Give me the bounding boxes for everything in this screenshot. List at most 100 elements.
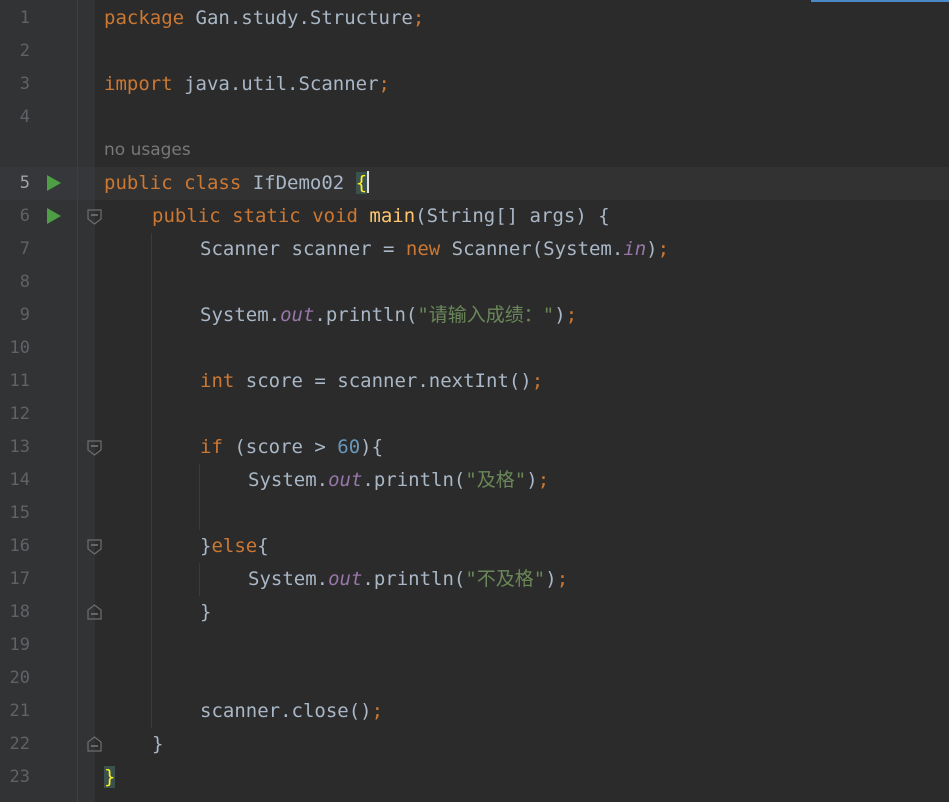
semicolon: ; (412, 7, 425, 29)
line-number: 18 (9, 602, 30, 622)
keyword: new (405, 238, 441, 260)
keyword: class (184, 172, 242, 194)
keyword: import (104, 73, 173, 95)
code-text: { (257, 535, 269, 557)
line-number: 3 (19, 74, 30, 94)
class-name: IfDemo02 (241, 172, 356, 194)
code-text: System. (248, 469, 329, 491)
code-text: .println( (362, 568, 466, 590)
code-text: (score > (222, 436, 338, 458)
line-number: 22 (9, 734, 30, 754)
keyword: int (200, 370, 235, 392)
line-number: 17 (9, 569, 30, 589)
indent-guide (151, 233, 152, 728)
code-text: ) (526, 469, 538, 491)
code-editor[interactable]: 1 2 3 4 5 6 7 8 9 10 11 12 13 14 15 16 1… (0, 0, 949, 802)
code-text: System. (248, 568, 329, 590)
code-line-6[interactable]: public static void main(String[] args) { (152, 200, 610, 233)
line-number: 8 (19, 272, 30, 292)
code-text: ){ (360, 436, 384, 458)
string-literal: "及格" (465, 469, 527, 491)
run-main-icon[interactable] (47, 208, 61, 224)
matched-brace: } (104, 766, 116, 788)
semicolon: ; (537, 469, 550, 491)
keyword: package (104, 7, 185, 29)
code-text: } (200, 601, 212, 623)
text-caret (367, 171, 370, 193)
keyword: public (152, 205, 221, 227)
string-literal: "不及格" (465, 568, 546, 590)
line-number-current: 5 (19, 173, 30, 193)
keyword: public (104, 172, 173, 194)
line-number: 23 (9, 767, 30, 787)
line-number: 2 (19, 41, 30, 61)
gutter: 1 2 3 4 5 6 7 8 9 10 11 12 13 14 15 16 1… (0, 0, 102, 802)
code-text: scanner.close() (200, 700, 372, 722)
fold-collapse-icon[interactable] (87, 440, 102, 456)
keyword: static (232, 205, 301, 227)
code-text: .println( (362, 469, 466, 491)
usages-hint[interactable]: no usages (104, 134, 191, 167)
code-text: (String[] args) { (415, 205, 610, 227)
code-line-3[interactable]: import java.util.Scanner; (104, 68, 390, 101)
semicolon: ; (565, 304, 578, 326)
code-line-7[interactable]: Scanner scanner = new Scanner(System.in)… (200, 233, 669, 266)
code-line-11[interactable]: int score = scanner.nextInt(); (200, 365, 543, 398)
indent-guide (199, 563, 200, 596)
scroll-indicator (811, 0, 949, 2)
fold-end-icon[interactable] (87, 736, 102, 752)
line-number: 7 (19, 239, 30, 259)
code-line-1[interactable]: package Gan.study.Structure; (104, 2, 424, 35)
method-name: main (369, 205, 416, 227)
code-line-22[interactable]: } (152, 728, 163, 761)
static-field: out (280, 304, 315, 326)
semicolon: ; (531, 370, 544, 392)
code-text: score = scanner.nextInt() (234, 370, 532, 392)
line-number: 11 (9, 371, 30, 391)
code-text: Gan.study.Structure (184, 7, 413, 29)
static-field: in (623, 238, 647, 260)
code-line-5[interactable]: public class IfDemo02 { (104, 167, 370, 200)
semicolon: ; (378, 73, 390, 95)
fold-end-icon[interactable] (87, 604, 102, 620)
line-number: 19 (9, 635, 30, 655)
static-field: out (328, 568, 363, 590)
code-text: Scanner scanner = (200, 238, 406, 260)
line-number: 21 (9, 701, 30, 721)
semicolon: ; (657, 238, 670, 260)
code-line-13[interactable]: if (score > 60){ (200, 431, 383, 464)
code-line-18[interactable]: } (200, 596, 211, 629)
keyword: if (200, 436, 223, 458)
line-number: 16 (9, 536, 30, 556)
line-number: 15 (9, 503, 30, 523)
fold-collapse-icon[interactable] (87, 209, 102, 225)
indent-guide (199, 464, 200, 530)
code-text: java.util.Scanner (172, 73, 379, 95)
code-line-14[interactable]: System.out.println("及格"); (248, 464, 549, 497)
line-number: 20 (9, 668, 30, 688)
code-text: .println( (314, 304, 418, 326)
keyword: else (211, 535, 258, 557)
code-line-9[interactable]: System.out.println("请输入成绩："); (200, 299, 577, 332)
line-number: 1 (19, 8, 30, 28)
code-line-16[interactable]: }else{ (200, 530, 269, 563)
line-number: 12 (9, 404, 30, 424)
code-line-23[interactable]: } (104, 761, 116, 794)
line-number: 10 (9, 338, 30, 358)
code-text: Scanner(System. (440, 238, 624, 260)
string-literal: "请输入成绩：" (417, 304, 555, 326)
semicolon: ; (371, 700, 384, 722)
fold-collapse-icon[interactable] (87, 539, 102, 555)
code-line-21[interactable]: scanner.close(); (200, 695, 383, 728)
static-field: out (328, 469, 363, 491)
matched-brace: { (355, 172, 368, 194)
line-number: 13 (9, 437, 30, 457)
line-number: 6 (19, 206, 30, 226)
code-line-17[interactable]: System.out.println("不及格"); (248, 563, 568, 596)
line-number: 14 (9, 470, 30, 490)
code-text: System. (200, 304, 281, 326)
code-text: } (152, 733, 164, 755)
code-text: ) (646, 238, 658, 260)
run-class-icon[interactable] (47, 175, 61, 191)
gutter-separator (77, 0, 78, 802)
